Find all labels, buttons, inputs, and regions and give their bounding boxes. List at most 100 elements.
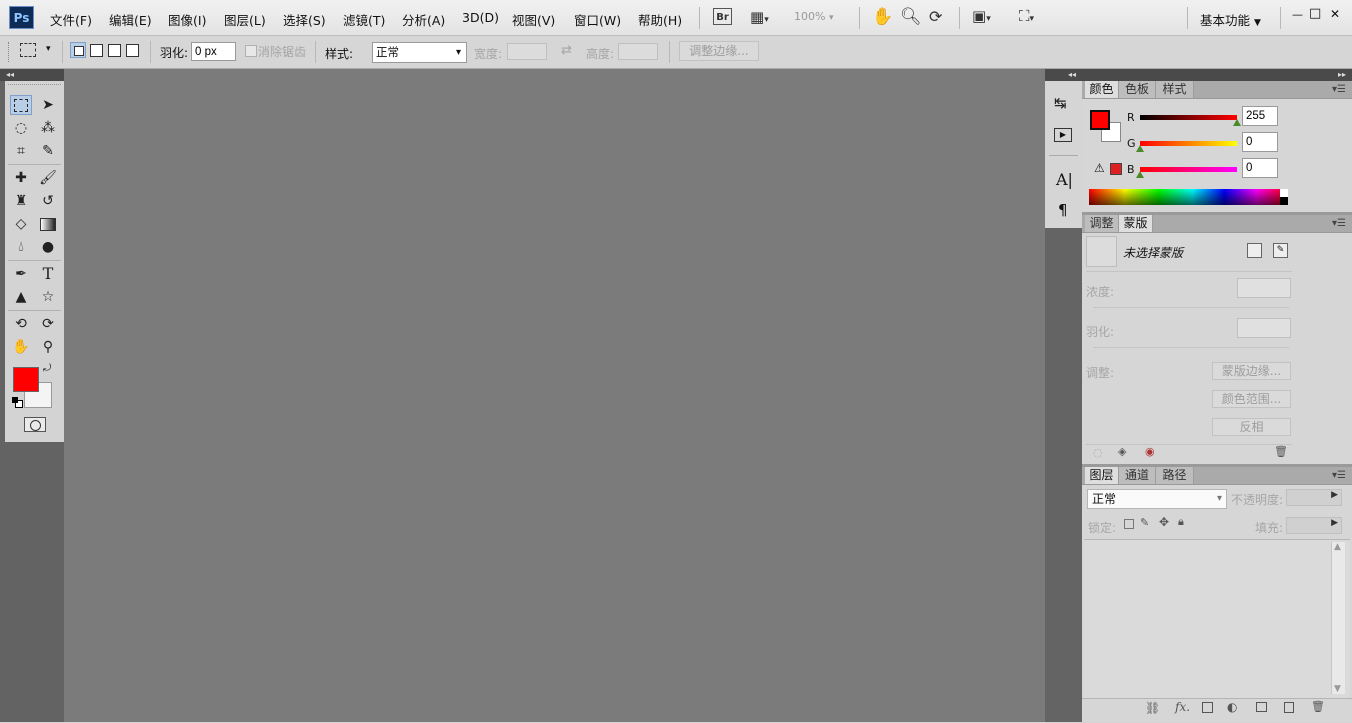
zoom-tool-icon[interactable]: 🔍︎ (900, 7, 922, 27)
preset-dropdown-arrow[interactable]: ▾ (46, 44, 51, 54)
height-input[interactable] (618, 43, 658, 60)
menu-image[interactable]: 图像(I) (168, 10, 206, 29)
channel-r-input[interactable] (1242, 106, 1278, 126)
gamut-warning-icon[interactable]: ⚠ (1094, 161, 1105, 175)
document-canvas-area[interactable] (64, 69, 1045, 722)
rotate-view-icon[interactable]: ⟳ (929, 7, 942, 26)
panel-menu-icon[interactable]: ▾☰ (1332, 215, 1346, 232)
history-brush-tool-icon[interactable]: ↺ (37, 191, 59, 211)
feather-input[interactable] (191, 42, 236, 61)
width-input[interactable] (507, 43, 547, 60)
toolbox-collapse-icon[interactable]: ◂◂ (0, 69, 64, 81)
color-fg-swatch[interactable] (1090, 110, 1110, 130)
healing-brush-tool-icon[interactable]: ✚ (10, 168, 32, 188)
new-layer-icon[interactable] (1284, 702, 1294, 713)
zoom-level[interactable]: 100% ▾ (794, 10, 846, 26)
tab-styles[interactable]: 样式 (1156, 81, 1194, 98)
panel-menu-icon[interactable]: ▾☰ (1332, 81, 1346, 98)
channel-b-input[interactable] (1242, 158, 1278, 178)
zoom-tool-icon[interactable]: ⚲ (37, 337, 59, 357)
channel-g-input[interactable] (1242, 132, 1278, 152)
tab-masks[interactable]: 蒙版 (1119, 215, 1153, 232)
layers-list[interactable] (1084, 539, 1350, 698)
menu-layer[interactable]: 图层(L) (224, 10, 266, 29)
invert-button[interactable]: 反相 (1212, 418, 1291, 436)
menu-3d[interactable]: 3D(D) (462, 10, 499, 25)
workspace-switcher[interactable]: 基本功能 ▼ (1200, 10, 1261, 29)
dock-collapse-icon[interactable]: ◂◂ (1045, 69, 1082, 81)
tab-adjustments[interactable]: 调整 (1085, 215, 1119, 232)
style-select[interactable]: 正常 ▾ (372, 42, 467, 63)
clone-stamp-tool-icon[interactable]: ♜ (10, 191, 32, 211)
tab-layers[interactable]: 图层 (1085, 467, 1119, 484)
mask-edge-button[interactable]: 蒙版边缘... (1212, 362, 1291, 380)
menu-window[interactable]: 窗口(W) (574, 10, 621, 29)
minimize-button[interactable]: — (1292, 8, 1303, 21)
layer-style-icon[interactable]: fx. (1175, 700, 1190, 714)
menu-view[interactable]: 视图(V) (512, 10, 555, 29)
tab-swatches[interactable]: 色板 (1119, 81, 1156, 98)
menu-help[interactable]: 帮助(H) (638, 10, 682, 29)
menu-edit[interactable]: 编辑(E) (109, 10, 152, 29)
new-selection-icon[interactable] (70, 42, 86, 58)
delete-mask-icon[interactable]: 🗑︎ (1274, 445, 1288, 458)
delete-layer-icon[interactable]: 🗑︎ (1311, 700, 1325, 713)
density-input[interactable] (1237, 278, 1291, 298)
swap-dimensions-icon[interactable]: ⇄ (561, 43, 572, 58)
fill-input[interactable]: ▶ (1286, 517, 1342, 534)
eraser-tool-icon[interactable]: ◇ (10, 214, 32, 234)
channel-b-thumb[interactable] (1136, 171, 1144, 178)
tab-channels[interactable]: 通道 (1119, 467, 1156, 484)
color-range-button[interactable]: 颜色范围... (1212, 390, 1291, 408)
add-mask-icon[interactable] (1202, 702, 1213, 713)
brush-tool-icon[interactable]: 🖌︎ (37, 168, 59, 188)
panel-menu-icon[interactable]: ▾☰ (1332, 467, 1346, 484)
layers-scrollbar[interactable]: ▲ ▼ (1331, 542, 1345, 694)
swap-colors-icon[interactable]: ⤾ (43, 363, 51, 374)
opacity-input[interactable]: ▶ (1286, 489, 1342, 506)
density-slider[interactable] (1093, 307, 1289, 308)
move-tool-icon[interactable]: ➤ (37, 95, 59, 115)
lock-pixels-icon[interactable]: ✎ (1140, 516, 1149, 529)
channel-r-slider[interactable] (1140, 115, 1237, 120)
lock-position-icon[interactable]: ✥ (1159, 515, 1169, 529)
lasso-tool-icon[interactable]: ◌ (10, 118, 32, 138)
paragraph-panel-icon[interactable]: ¶ (1058, 201, 1068, 219)
arrange-documents-icon[interactable]: ▣▾ (972, 7, 991, 25)
screen-mode-icon[interactable]: ⛶▾ (1019, 7, 1034, 25)
tab-color[interactable]: 颜色 (1085, 81, 1119, 98)
lock-all-icon[interactable]: 🔒︎ (1178, 515, 1184, 529)
gradient-tool-icon[interactable] (37, 214, 59, 234)
rect-marquee-tool-icon[interactable] (10, 95, 32, 115)
close-button[interactable]: ✕ (1330, 7, 1340, 21)
adjustment-layer-icon[interactable]: ◐ (1227, 700, 1237, 714)
color-ramp[interactable] (1089, 189, 1288, 205)
right-dock-collapse-icon[interactable]: ▸▸ (1082, 69, 1352, 81)
bridge-button[interactable]: Br (713, 8, 732, 25)
disable-mask-icon[interactable]: ◉ (1145, 445, 1155, 458)
channel-r-thumb[interactable] (1233, 119, 1241, 126)
maximize-button[interactable]: □ (1309, 6, 1321, 21)
foreground-color-swatch[interactable] (13, 367, 39, 392)
feather-slider[interactable] (1093, 347, 1289, 348)
crop-tool-icon[interactable]: ⌗ (10, 141, 32, 161)
pen-tool-icon[interactable]: ✒ (10, 264, 32, 284)
tab-paths[interactable]: 路径 (1156, 467, 1194, 484)
marquee-preset-icon[interactable] (20, 43, 36, 57)
default-colors-icon[interactable] (12, 397, 23, 408)
channel-b-slider[interactable] (1140, 167, 1237, 172)
lock-transparent-icon[interactable] (1124, 519, 1134, 529)
apply-mask-icon[interactable]: ◈ (1118, 445, 1126, 458)
mask-feather-input[interactable] (1237, 318, 1291, 338)
antialias-checkbox[interactable] (245, 45, 257, 57)
menu-select[interactable]: 选择(S) (283, 10, 326, 29)
hand-tool-icon[interactable]: ✋ (10, 337, 32, 357)
history-panel-icon[interactable]: ↹ (1054, 94, 1067, 112)
eyedropper-tool-icon[interactable]: ✎ (37, 141, 59, 161)
channel-g-thumb[interactable] (1136, 145, 1144, 152)
quick-mask-icon[interactable] (24, 417, 46, 432)
refine-edge-button[interactable]: 调整边缘... (679, 41, 759, 61)
view-extras-icon[interactable]: ▦▾ (750, 8, 769, 26)
channel-g-slider[interactable] (1140, 141, 1237, 146)
hand-tool-icon[interactable]: ✋ (872, 7, 893, 27)
